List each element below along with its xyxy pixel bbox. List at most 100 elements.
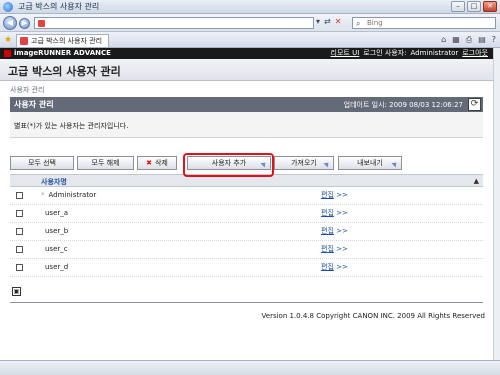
window-titlebar: 고급 박스의 사용자 관리 – □ ✕ <box>0 0 500 14</box>
edit-link[interactable]: 편집 >> <box>321 244 348 254</box>
minimize-icon[interactable]: – <box>451 1 465 12</box>
table-row: user_b 편집 >> <box>10 223 483 241</box>
row-checkbox[interactable] <box>16 264 23 271</box>
dropdown-icon[interactable]: ▾ <box>316 17 320 26</box>
forward-button[interactable]: ▶ <box>19 18 30 29</box>
window-controls: – □ ✕ <box>451 1 497 12</box>
address-bar: ◀ ▶ ▾ ⇄ ✕ ⌕ Bing <box>0 14 500 32</box>
tab-page-icon <box>20 37 28 45</box>
favorites-star-icon[interactable]: ★ <box>4 35 12 45</box>
user-name: user_c <box>41 245 68 253</box>
admin-mark: * <box>41 191 45 199</box>
user-name: user_a <box>41 209 68 217</box>
breadcrumb: 사용자 관리 <box>10 86 45 94</box>
clear-all-label: 모두 해제 <box>91 159 120 167</box>
edit-link[interactable]: 편집 >> <box>321 262 348 272</box>
user-name: * Administrator <box>41 191 96 199</box>
edit-arrow-icon: >> <box>336 263 348 271</box>
edit-label[interactable]: 편집 <box>321 209 334 217</box>
column-username[interactable]: 사용자명 <box>41 177 67 187</box>
url-field[interactable] <box>34 17 314 29</box>
address-tools: ▾ ⇄ ✕ <box>316 17 341 26</box>
row-checkbox[interactable] <box>16 246 23 253</box>
footer-divider <box>10 302 483 303</box>
edit-label[interactable]: 편집 <box>321 245 334 253</box>
page-header: 고급 박스의 사용자 관리 <box>0 59 493 81</box>
tab-title: 고급 박스의 사용자 관리 <box>31 37 103 45</box>
login-info: 리모트 UI 로그인 사용자: Administrator 로그아웃 <box>331 48 488 59</box>
edit-label[interactable]: 편집 <box>321 227 334 235</box>
remote-ui-link[interactable]: 리모트 UI <box>331 48 360 59</box>
feeds-icon[interactable]: ▦ <box>452 35 460 45</box>
search-placeholder: Bing <box>367 19 383 27</box>
vertical-scrollbar[interactable] <box>493 48 500 360</box>
help-icon[interactable]: ? <box>492 35 496 45</box>
home-icon[interactable]: ⌂ <box>441 35 446 45</box>
user-name-text: user_c <box>45 245 68 253</box>
table-row: * Administrator 편집 >> <box>10 187 483 205</box>
user-name-text: user_a <box>45 209 69 217</box>
edit-arrow-icon: >> <box>336 227 348 235</box>
back-button[interactable]: ◀ <box>3 16 17 30</box>
compat-icon[interactable]: ⇄ <box>324 17 331 26</box>
add-user-highlight <box>183 153 274 177</box>
import-button[interactable]: 가져오기 <box>274 156 334 170</box>
panel-body: 별표(*)가 있는 사용자는 관리자입니다. <box>10 112 483 138</box>
window-title: 고급 박스의 사용자 관리 <box>18 2 100 11</box>
login-label: 로그인 사용자: <box>363 49 407 57</box>
user-name-text: user_d <box>45 263 69 271</box>
table-row: user_c 편집 >> <box>10 241 483 259</box>
table-row: user_a 편집 >> <box>10 205 483 223</box>
brand-bar: imageRUNNER ADVANCE 리모트 UI 로그인 사용자: Admi… <box>0 48 493 59</box>
import-label: 가져오기 <box>291 159 317 167</box>
export-label: 내보내기 <box>357 159 383 167</box>
sort-icon[interactable]: ▲ <box>474 177 479 185</box>
copyright: Version 1.0.4.8 Copyright CANON INC. 200… <box>261 312 485 320</box>
row-checkbox[interactable] <box>16 192 23 199</box>
command-bar: ⌂ ▦ ⎙ ▤ ? <box>441 35 496 45</box>
dropdown-arrow-icon <box>391 160 399 168</box>
clear-all-button[interactable]: 모두 해제 <box>77 156 134 170</box>
panel-title: 사용자 관리 <box>14 100 54 109</box>
user-name: user_d <box>41 263 68 271</box>
user-table: 사용자명 ▲ * Administrator 편집 >> user_a 편집 >>… <box>10 174 483 277</box>
logout-link[interactable]: 로그아웃 <box>462 48 488 59</box>
admin-note: 별표(*)가 있는 사용자는 관리자입니다. <box>14 122 129 130</box>
delete-icon: ✖ <box>146 159 152 167</box>
user-name-text: Administrator <box>48 191 97 199</box>
update-time: 업데이트 일시: 2009 08/03 12:06:27 <box>343 101 463 109</box>
close-icon[interactable]: ✕ <box>483 1 497 12</box>
delete-button[interactable]: ✖ 삭제 <box>137 156 177 170</box>
edit-label[interactable]: 편집 <box>321 263 334 271</box>
browser-tab[interactable]: 고급 박스의 사용자 관리 <box>16 34 110 47</box>
edit-link[interactable]: 편집 >> <box>321 208 348 218</box>
select-all-label: 모두 선택 <box>28 159 56 167</box>
user-name: user_b <box>41 227 68 235</box>
edit-label[interactable]: 편집 <box>321 191 334 199</box>
page-menu-icon[interactable]: ▤ <box>478 35 486 45</box>
user-name-text: user_b <box>45 227 69 235</box>
select-all-checkbox-icon[interactable]: ▣ <box>12 287 21 296</box>
export-button[interactable]: 내보내기 <box>338 156 402 170</box>
browser-icon <box>3 2 13 12</box>
canon-logo-icon <box>4 50 11 57</box>
refresh-icon[interactable]: ⟳ <box>468 98 481 111</box>
page-content: imageRUNNER ADVANCE 리모트 UI 로그인 사용자: Admi… <box>0 48 493 360</box>
maximize-icon[interactable]: □ <box>467 1 481 12</box>
row-checkbox[interactable] <box>16 210 23 217</box>
status-bar <box>0 360 500 375</box>
page-title: 고급 박스의 사용자 관리 <box>8 65 121 78</box>
select-all-button[interactable]: 모두 선택 <box>10 156 74 170</box>
search-input[interactable]: ⌕ Bing <box>352 17 496 29</box>
dropdown-arrow-icon <box>323 160 331 168</box>
delete-label: 삭제 <box>154 159 168 167</box>
edit-link[interactable]: 편집 >> <box>321 226 348 236</box>
row-checkbox[interactable] <box>16 228 23 235</box>
brand-name: imageRUNNER ADVANCE <box>14 49 111 57</box>
panel-header: 사용자 관리 업데이트 일시: 2009 08/03 12:06:27 ⟳ <box>10 97 483 112</box>
edit-arrow-icon: >> <box>336 245 348 253</box>
edit-link[interactable]: 편집 >> <box>321 190 348 200</box>
stop-icon[interactable]: ✕ <box>335 17 342 26</box>
page-icon <box>38 20 45 27</box>
print-icon[interactable]: ⎙ <box>466 35 472 45</box>
